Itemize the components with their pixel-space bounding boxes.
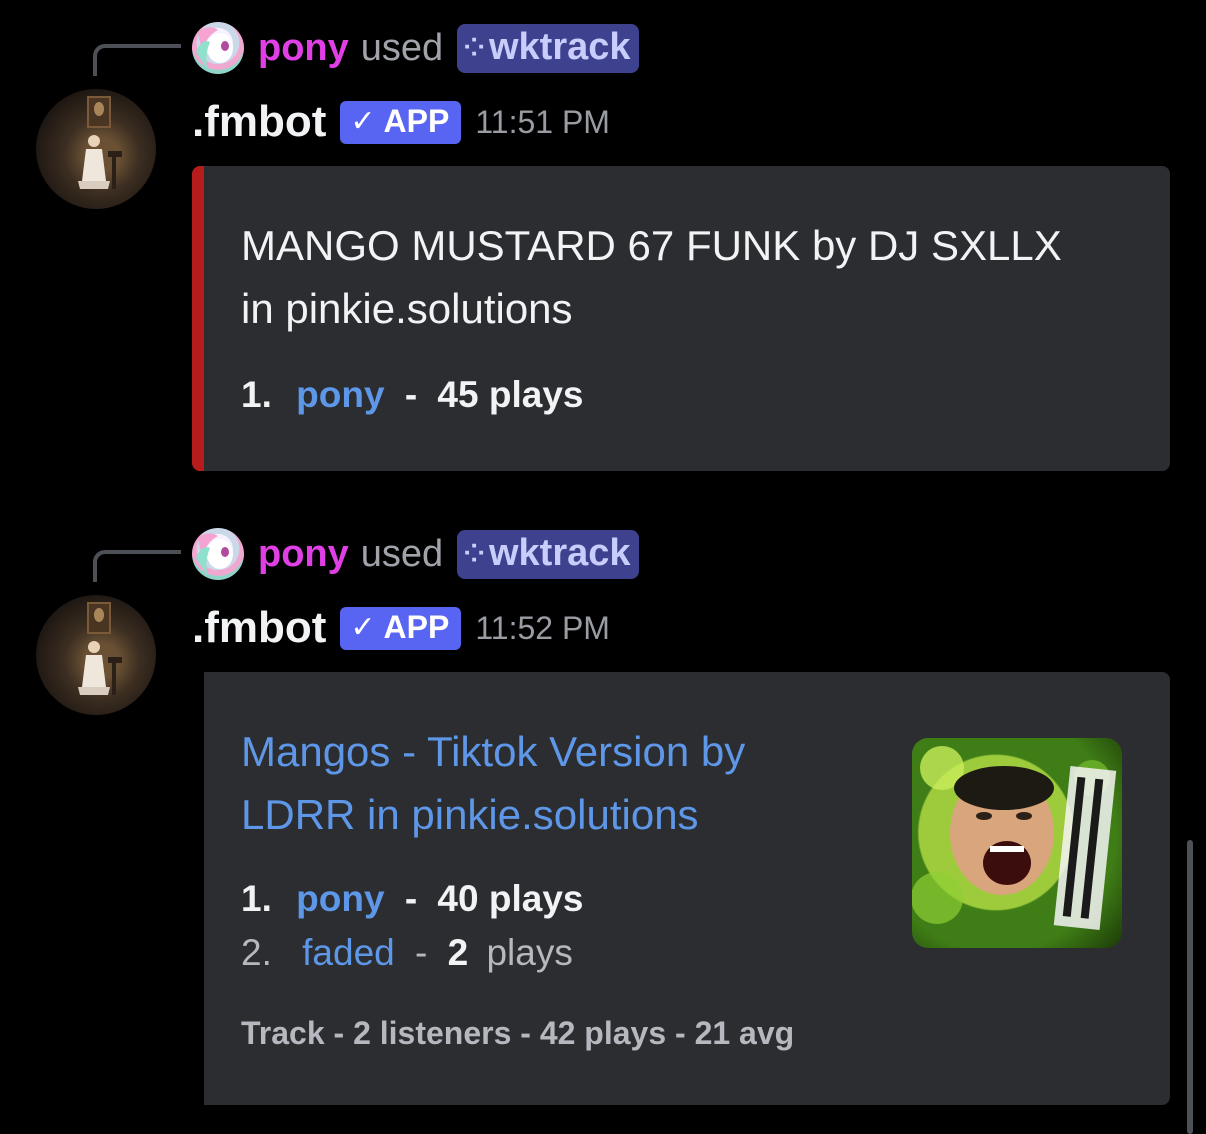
embed: MANGO MUSTARD 67 FUNK by DJ SXLLX in pin…: [192, 166, 1170, 471]
timestamp[interactable]: 11:52 PM: [475, 610, 610, 647]
fmbot-avatar-icon[interactable]: [36, 89, 156, 209]
message-header: .fmbot ✓ APP 11:51 PM: [192, 94, 610, 150]
rank-user-link[interactable]: faded: [302, 932, 395, 973]
badge-label: APP: [383, 102, 450, 139]
slash-command-icon: ⁘: [463, 31, 485, 62]
scrollbar[interactable]: [1187, 840, 1193, 1134]
embed-title-line-1: Mangos - Tiktok Version by: [241, 728, 746, 775]
embed: Mangos - Tiktok Version by LDRR in pinki…: [192, 672, 1170, 1105]
timestamp[interactable]: 11:51 PM: [475, 104, 610, 141]
rank-plays: 40 plays: [437, 878, 584, 919]
app-badge: ✓ APP: [340, 606, 462, 650]
ranking-row: 1. pony - 45 plays: [241, 374, 583, 416]
reply-connector: [93, 44, 181, 76]
message-header: .fmbot ✓ APP 11:52 PM: [192, 600, 610, 656]
badge-label: APP: [383, 608, 450, 645]
album-art-thumbnail[interactable]: [912, 738, 1122, 948]
embed-title-link[interactable]: Mangos - Tiktok Version by LDRR in pinki…: [241, 720, 745, 846]
reply-context[interactable]: pony used ⁘ wktrack: [192, 20, 639, 76]
embed-title-line-2: in pinkie.solutions: [241, 285, 573, 332]
rank-separator: -: [404, 374, 418, 415]
embed-footer: Track - 2 listeners - 42 plays - 21 avg: [241, 1015, 795, 1051]
rank-user-link[interactable]: pony: [296, 878, 384, 919]
embed-title-line-1: MANGO MUSTARD 67 FUNK by DJ SXLLX: [241, 222, 1062, 269]
reply-action-text: used: [360, 26, 444, 69]
reply-action-text: used: [360, 532, 444, 575]
rank-plays: 45 plays: [437, 374, 584, 415]
pony-avatar-icon[interactable]: [192, 22, 244, 74]
rank-number: 1.: [241, 878, 272, 919]
rank-unit: plays: [486, 932, 573, 973]
ranking-row: 1. pony - 40 plays: [241, 878, 583, 920]
command-mention[interactable]: ⁘ wktrack: [457, 529, 639, 579]
rank-count: 2: [447, 932, 469, 973]
checkmark-icon: ✓: [350, 104, 376, 138]
rank-number: 2.: [241, 932, 272, 973]
command-name: wktrack: [488, 25, 631, 68]
author-name[interactable]: .fmbot: [192, 97, 326, 147]
checkmark-icon: ✓: [350, 610, 376, 644]
pony-avatar-icon[interactable]: [192, 528, 244, 580]
rank-user-link[interactable]: pony: [296, 374, 384, 415]
slash-command-icon: ⁘: [463, 537, 485, 568]
fmbot-avatar-icon[interactable]: [36, 595, 156, 715]
rank-separator: -: [404, 878, 418, 919]
embed-title-line-2: LDRR in pinkie.solutions: [241, 791, 699, 838]
author-name[interactable]: .fmbot: [192, 603, 326, 653]
ranking-row: 2. faded - 2 plays: [241, 932, 573, 974]
rank-number: 1.: [241, 374, 272, 415]
reply-connector: [93, 550, 181, 582]
reply-context[interactable]: pony used ⁘ wktrack: [192, 526, 639, 582]
rank-separator: -: [415, 932, 428, 973]
reply-username[interactable]: pony: [258, 27, 349, 70]
command-mention[interactable]: ⁘ wktrack: [457, 23, 639, 73]
command-name: wktrack: [488, 531, 631, 574]
embed-title: MANGO MUSTARD 67 FUNK by DJ SXLLX in pin…: [241, 214, 1062, 340]
app-badge: ✓ APP: [340, 100, 462, 144]
reply-username[interactable]: pony: [258, 533, 349, 576]
